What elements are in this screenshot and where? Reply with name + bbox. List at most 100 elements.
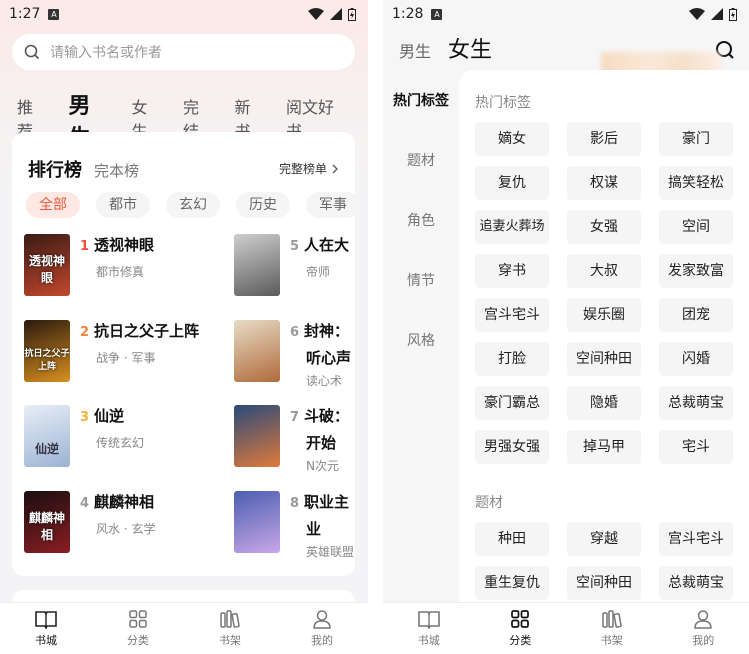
tag-item[interactable]: 穿书: [475, 254, 549, 288]
nav-profile-label: 我的: [692, 634, 715, 647]
rank-number: 6: [290, 325, 300, 340]
book-title-line2: 听心声: [306, 349, 352, 367]
nav-bookshelf[interactable]: 书架: [184, 603, 276, 654]
bookshelf-icon: [220, 610, 240, 628]
book-item[interactable]: 麒麟神相 4 麒麟神相 风水 · 玄学: [24, 491, 155, 553]
sidebar-item-role[interactable]: 角色: [383, 200, 459, 260]
nav-profile[interactable]: 我的: [658, 603, 749, 654]
tag-item[interactable]: 权谋: [567, 166, 641, 200]
genre-chips: 全部 都市 玄幻 历史 军事: [26, 192, 355, 218]
tag-item[interactable]: 嫡女: [475, 122, 549, 156]
tag-item[interactable]: 隐婚: [567, 386, 641, 420]
tag-item[interactable]: 女强: [567, 210, 641, 244]
status-bar: 1:27 A: [0, 0, 368, 28]
chip-military[interactable]: 军事: [306, 192, 355, 218]
tag-item[interactable]: 穿越: [567, 522, 641, 556]
chip-urban[interactable]: 都市: [96, 192, 150, 218]
tag-item[interactable]: 搞笑轻松: [659, 166, 733, 200]
nav-bookshelf-label: 书架: [219, 634, 241, 647]
book-cover: 抗日之父子上阵: [24, 320, 70, 382]
tag-item[interactable]: 宅斗: [659, 430, 733, 464]
chevron-right-icon: [332, 164, 338, 173]
nav-bookstore[interactable]: 书城: [0, 603, 92, 654]
sidebar-item-theme[interactable]: 题材: [383, 140, 459, 200]
nav-category[interactable]: 分类: [92, 603, 184, 654]
rank-number: 7: [290, 410, 300, 425]
tag-item[interactable]: 宫斗宅斗: [659, 522, 733, 556]
tag-item[interactable]: 豪门: [659, 122, 733, 156]
book-open-icon: [417, 611, 440, 629]
book-item[interactable]: 透视神眼 1 透视神眼 都市修真: [24, 234, 154, 296]
nav-bookstore[interactable]: 书城: [383, 603, 475, 654]
tag-item[interactable]: 影后: [567, 122, 641, 156]
search-placeholder: 请输入书名或作者: [50, 45, 162, 61]
book-item[interactable]: 5 人在大 帝师: [234, 234, 349, 296]
book-item[interactable]: 6 封神： 听心声 读心术: [234, 320, 351, 389]
tag-item[interactable]: 空间种田: [567, 566, 641, 600]
book-cover: [234, 234, 280, 296]
grid-icon: [129, 610, 147, 628]
nav-profile[interactable]: 我的: [276, 603, 368, 654]
sidebar-item-plot[interactable]: 情节: [383, 260, 459, 320]
tag-item[interactable]: 掉马甲: [567, 430, 641, 464]
category-sidebar: 热门标签 题材 角色 情节 风格: [383, 80, 459, 380]
tag-item[interactable]: 大叔: [567, 254, 641, 288]
nav-category[interactable]: 分类: [475, 603, 567, 654]
book-title-line2: 业: [306, 520, 322, 538]
book-genre: 帝师: [306, 265, 331, 279]
rank-number: 5: [290, 239, 300, 254]
tag-item[interactable]: 男强女强: [475, 430, 549, 464]
book-cover: 麒麟神相: [24, 491, 70, 553]
user-icon: [694, 610, 713, 629]
book-item[interactable]: 仙逆 3 仙逆 传统玄幻: [24, 405, 144, 467]
book-item[interactable]: 7 斗破： 开始 N次元: [234, 405, 349, 474]
status-time: 1:28: [392, 6, 424, 22]
tab-male[interactable]: 男生: [399, 38, 431, 62]
status-time: 1:27: [9, 6, 41, 22]
tag-item[interactable]: 豪门霸总: [475, 386, 549, 420]
signal-icon: [711, 8, 723, 20]
tag-item[interactable]: 发家致富: [659, 254, 733, 288]
category-screen: 1:28 A 男生 女生 热门标签 题材 角色 情节 风格 热门标签 嫡女 影后…: [383, 0, 749, 654]
tag-item[interactable]: 娱乐圈: [567, 298, 641, 332]
sidebar-item-hot-tags[interactable]: 热门标签: [383, 80, 459, 140]
tag-item[interactable]: 打脸: [475, 342, 549, 376]
tag-item[interactable]: 种田: [475, 522, 549, 556]
chip-all[interactable]: 全部: [26, 192, 80, 218]
gender-tabs: 男生 女生: [399, 32, 509, 64]
rank-number: 4: [80, 496, 90, 511]
tag-item[interactable]: 闪婚: [659, 342, 733, 376]
book-title: 斗破：: [304, 407, 350, 425]
search-bar[interactable]: 请输入书名或作者: [12, 34, 355, 70]
tag-item[interactable]: 总裁萌宝: [659, 386, 733, 420]
tag-item[interactable]: 空间: [659, 210, 733, 244]
book-genre: N次元: [306, 459, 339, 473]
tag-item[interactable]: 追妻火葬场: [475, 210, 549, 244]
finished-ranking-tab[interactable]: 完本榜: [94, 160, 139, 181]
rank-number: 1: [80, 239, 90, 254]
tab-female[interactable]: 女生: [448, 32, 492, 64]
tag-item[interactable]: 复仇: [475, 166, 549, 200]
bottom-nav: 书城 分类 书架 我的: [0, 602, 368, 654]
tag-item[interactable]: 重生复仇: [475, 566, 549, 600]
bottom-nav: 书城 分类 书架 我的: [383, 602, 749, 654]
tag-item[interactable]: 总裁萌宝: [659, 566, 733, 600]
sidebar-item-style[interactable]: 风格: [383, 320, 459, 380]
ranking-title[interactable]: 排行榜: [28, 156, 82, 182]
book-item[interactable]: 抗日之父子上阵 2 抗日之父子上阵 战争 · 军事: [24, 320, 199, 382]
chip-history[interactable]: 历史: [236, 192, 290, 218]
nav-profile-label: 我的: [311, 634, 333, 647]
user-icon: [313, 610, 331, 629]
chip-fantasy[interactable]: 玄幻: [166, 192, 220, 218]
book-item[interactable]: 8 职业主业英雄联盟: [234, 491, 354, 560]
full-ranking-link[interactable]: 完整榜单: [279, 160, 339, 177]
tag-item[interactable]: 空间种田: [567, 342, 641, 376]
nav-category-label: 分类: [509, 634, 532, 647]
book-genre: 都市修真: [96, 265, 145, 279]
tag-item[interactable]: 宫斗宅斗: [475, 298, 549, 332]
section-title-hot-tags: 热门标签: [475, 95, 531, 111]
nav-bookshelf[interactable]: 书架: [566, 603, 658, 654]
battery-icon: [729, 7, 737, 21]
search-icon: [24, 44, 40, 60]
tag-item[interactable]: 团宠: [659, 298, 733, 332]
